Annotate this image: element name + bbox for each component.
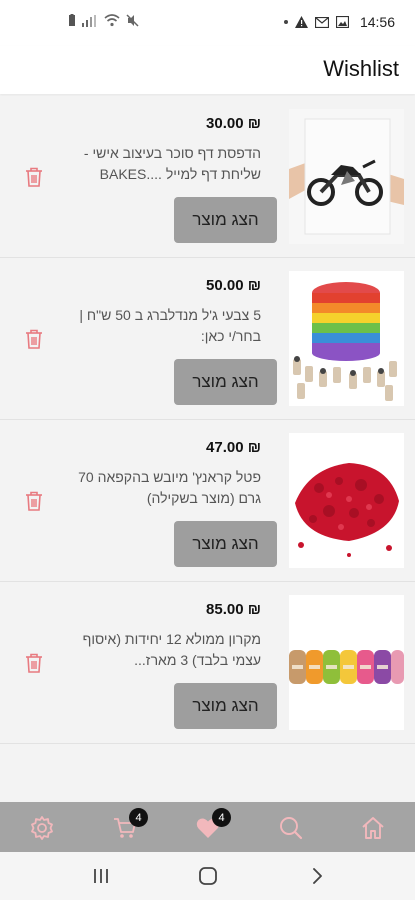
system-nav-bar — [0, 852, 415, 900]
mail-icon — [314, 16, 329, 28]
wishlist-item: 30.00 ₪ הדפסת דף סוכר בעיצוב אישי - שליח… — [0, 96, 415, 258]
settings-icon[interactable] — [29, 815, 55, 841]
wishlist-button[interactable]: 4 — [195, 808, 231, 841]
wishlist-item: 50.00 ₪ 5 צבעי ג'ל מנדלברג ב 50 ש"ח | בח… — [0, 258, 415, 420]
warning-icon — [294, 16, 308, 28]
show-product-button[interactable]: הצג מוצר — [174, 197, 277, 243]
home-icon[interactable] — [360, 815, 386, 841]
trash-icon[interactable] — [25, 329, 43, 349]
search-icon[interactable] — [278, 815, 304, 841]
show-product-button[interactable]: הצג מוצר — [174, 521, 277, 567]
cart-button[interactable]: 4 — [112, 808, 148, 841]
battery-icon — [69, 14, 75, 26]
wishlist-item: 47.00 ₪ פטל קראנץ' מיובש בהקפאה 70 גרם (… — [0, 420, 415, 582]
wishlist-item: 85.00 ₪ מקרון ממולא 12 יחידות (איסוף עצמ… — [0, 582, 415, 744]
dot-icon — [283, 20, 288, 24]
recent-apps-icon[interactable] — [90, 866, 112, 886]
trash-icon[interactable] — [25, 653, 43, 673]
trash-icon[interactable] — [25, 491, 43, 511]
mute-icon — [126, 14, 139, 27]
page-title: Wishlist — [323, 56, 399, 81]
status-right-icons: 14:56 — [283, 14, 395, 30]
item-description[interactable]: מקרון ממולא 12 יחידות (איסוף עצמי בלבד) … — [76, 629, 261, 671]
product-image-macarons[interactable] — [289, 595, 404, 730]
status-time: 14:56 — [359, 14, 395, 30]
item-price: 50.00 ₪ — [206, 277, 261, 294]
show-product-button[interactable]: הצג מוצר — [174, 683, 277, 729]
signal-icon — [82, 14, 96, 27]
wishlist-count-badge: 4 — [212, 808, 231, 827]
item-price: 30.00 ₪ — [206, 115, 261, 132]
item-price: 85.00 ₪ — [206, 601, 261, 618]
show-product-button[interactable]: הצג מוצר — [174, 359, 277, 405]
item-description[interactable]: 5 צבעי ג'ל מנדלברג ב 50 ש"ח | בחר/י כאן: — [76, 305, 261, 347]
cart-count-badge: 4 — [129, 808, 148, 827]
product-image-raspberry-crunch[interactable] — [289, 433, 404, 568]
gallery-icon — [335, 16, 349, 28]
item-description[interactable]: הדפסת דף סוכר בעיצוב אישי - שליחת דף למי… — [76, 143, 261, 185]
wifi-icon — [104, 14, 120, 27]
bottom-nav: 4 4 — [0, 802, 415, 852]
status-left-icons — [68, 14, 139, 27]
product-image-motorcycle[interactable] — [289, 109, 404, 244]
item-description[interactable]: פטל קראנץ' מיובש בהקפאה 70 גרם (מוצר בשק… — [76, 467, 261, 509]
wishlist-list: 30.00 ₪ הדפסת דף סוכר בעיצוב אישי - שליח… — [0, 96, 415, 744]
trash-icon[interactable] — [25, 167, 43, 187]
app-header: Wishlist — [0, 46, 415, 94]
item-price: 47.00 ₪ — [206, 439, 261, 456]
back-icon[interactable] — [306, 866, 328, 886]
status-bar: 14:56 — [0, 0, 415, 46]
product-image-rainbow-cake[interactable] — [289, 271, 404, 406]
home-button-icon[interactable] — [197, 866, 219, 886]
